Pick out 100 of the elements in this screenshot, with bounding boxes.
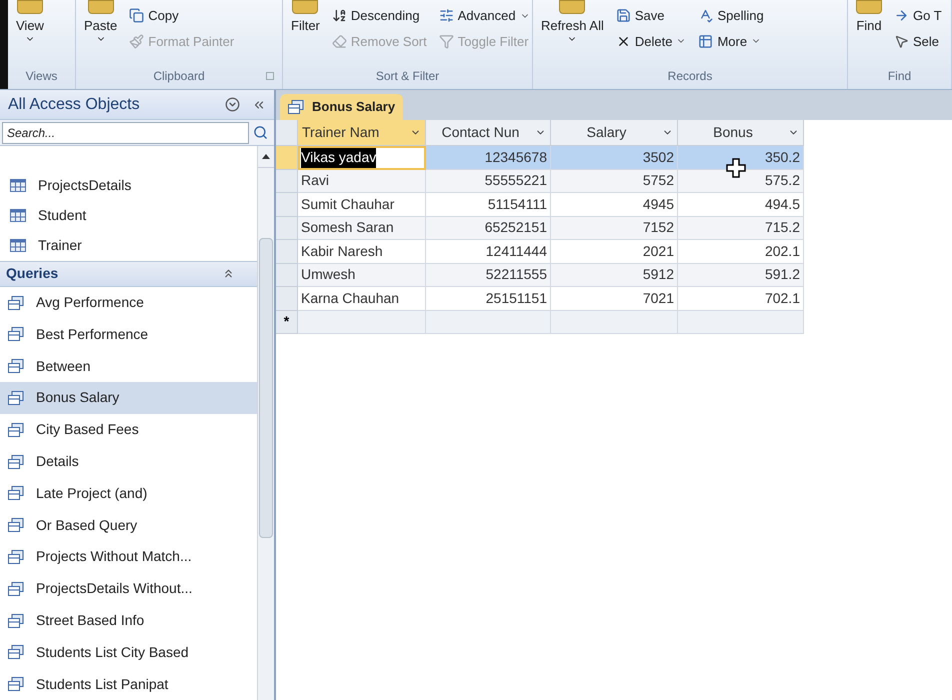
table-cell[interactable] [426, 310, 551, 334]
search-field[interactable]: Search... [2, 122, 249, 144]
ribbon-button[interactable]: Advanced [438, 6, 530, 26]
table-cell[interactable] [298, 310, 426, 334]
row-selector[interactable] [276, 193, 298, 216]
table-icon [10, 239, 26, 252]
table-cell: 4945 [551, 193, 678, 216]
nav-item[interactable]: Bonus Salary [0, 382, 257, 414]
query-icon [8, 390, 24, 405]
eraser-icon [332, 34, 347, 49]
group-label: Sort & Filter [376, 68, 440, 85]
table-cell: 2021 [551, 240, 678, 264]
paintbrush-icon [129, 34, 144, 49]
nav-item[interactable]: Late Project (and) [0, 477, 257, 510]
table-cell: 494.5 [678, 193, 804, 216]
table-cell: Sumit Chauhar [298, 193, 426, 216]
row-selector[interactable] [276, 170, 298, 193]
copy-icon [129, 8, 144, 24]
sliders-icon [438, 8, 454, 24]
row-selector[interactable] [276, 264, 298, 287]
nav-item[interactable]: Details [0, 446, 257, 478]
table-icon [10, 178, 26, 192]
dropdown-icon[interactable] [225, 97, 240, 112]
column-header[interactable]: Bonus [678, 120, 804, 146]
button-icon [292, 0, 318, 14]
query-icon [8, 645, 24, 660]
table-cell: Ravi [298, 170, 426, 193]
ribbon-button[interactable]: View [12, 0, 48, 44]
nav-item[interactable]: Or Based Query [0, 509, 257, 542]
nav-item[interactable]: Street Based Info [0, 604, 257, 636]
table-cell: 52211555 [426, 264, 551, 287]
select-all-corner[interactable] [276, 120, 298, 146]
table-icon [10, 209, 26, 222]
ribbon-button[interactable]: Paste [80, 0, 122, 44]
row-selector[interactable] [276, 240, 298, 264]
ribbon-button[interactable]: Save [616, 6, 686, 26]
table-cell: 12345678 [426, 146, 551, 170]
nav-item[interactable]: Projects Without Match... [0, 541, 257, 573]
button-icon [16, 0, 43, 14]
table-cell: 575.2 [678, 170, 804, 193]
document-tab[interactable]: Bonus Salary [280, 94, 404, 120]
query-icon [8, 359, 24, 374]
table-cell: 350.2 [678, 146, 804, 170]
ribbon-button[interactable]: Copy [129, 6, 234, 26]
table-cell: Kabir Naresh [298, 240, 426, 264]
scrollbar[interactable] [257, 146, 274, 700]
nav-item[interactable]: Student [0, 200, 257, 231]
nav-item[interactable]: Avg Performence [0, 286, 257, 318]
ribbon-button[interactable]: Filter [287, 0, 324, 34]
column-header[interactable]: Contact Nun [426, 120, 551, 146]
ribbon-button[interactable]: More [698, 32, 764, 51]
nav-item[interactable]: ProjectsDetails [0, 170, 257, 200]
table-cell: 202.1 [678, 240, 804, 264]
ribbon-button[interactable]: Delete [616, 32, 686, 51]
sort-descending-icon [332, 8, 347, 24]
group-label: Views [26, 68, 58, 85]
row-selector[interactable] [276, 216, 298, 240]
row-selector[interactable] [276, 287, 298, 310]
nav-item[interactable]: Students List Panipat [0, 668, 257, 700]
group-label: Clipboard [153, 68, 205, 85]
table-cell: Vikas yadav [298, 146, 426, 170]
table-cell: 65252151 [426, 216, 551, 240]
nav-item[interactable]: Between [0, 350, 257, 382]
table-cell: 702.1 [678, 287, 804, 310]
ribbon-button[interactable]: Refresh All [537, 0, 608, 44]
query-icon [8, 327, 24, 342]
query-icon [8, 582, 24, 596]
column-header[interactable]: Salary [551, 120, 678, 146]
table-icon [698, 34, 714, 49]
button-icon [559, 0, 586, 14]
table-cell: 7152 [551, 216, 678, 240]
search-icon[interactable] [253, 125, 268, 140]
query-icon [8, 518, 24, 532]
nav-item[interactable]: Students List City Based [0, 636, 257, 668]
table-cell: Umwesh [298, 264, 426, 287]
table-cell: 715.2 [678, 216, 804, 240]
column-header[interactable]: Trainer Nam [298, 120, 426, 146]
ribbon-button[interactable]: Spelling [698, 6, 764, 26]
ribbon-button[interactable]: Go T [894, 6, 942, 26]
nav-item[interactable]: City Based Fees [0, 414, 257, 446]
new-row-marker: * [276, 310, 298, 334]
nav-item[interactable]: Trainer [0, 230, 257, 262]
table-cell[interactable] [551, 310, 678, 334]
query-icon [8, 677, 24, 692]
section-header[interactable]: Queries [0, 261, 257, 287]
scroll-up-icon[interactable] [262, 154, 270, 159]
nav-item[interactable]: Best Performence [0, 318, 257, 350]
query-icon [8, 296, 24, 310]
nav-item[interactable]: ProjectsDetails Without... [0, 572, 257, 605]
row-selector[interactable] [276, 146, 298, 170]
table-cell: 3502 [551, 146, 678, 170]
move-cursor-icon [726, 158, 746, 178]
ribbon-button[interactable]: Descending [332, 6, 427, 26]
table-cell: 12411444 [426, 240, 551, 264]
query-icon [288, 100, 304, 114]
query-icon [8, 614, 24, 628]
ribbon-button[interactable]: Sele [894, 32, 942, 51]
dialog-launcher-icon[interactable] [266, 72, 274, 80]
ribbon-button[interactable]: Find [852, 0, 886, 34]
table-cell[interactable] [678, 310, 804, 334]
